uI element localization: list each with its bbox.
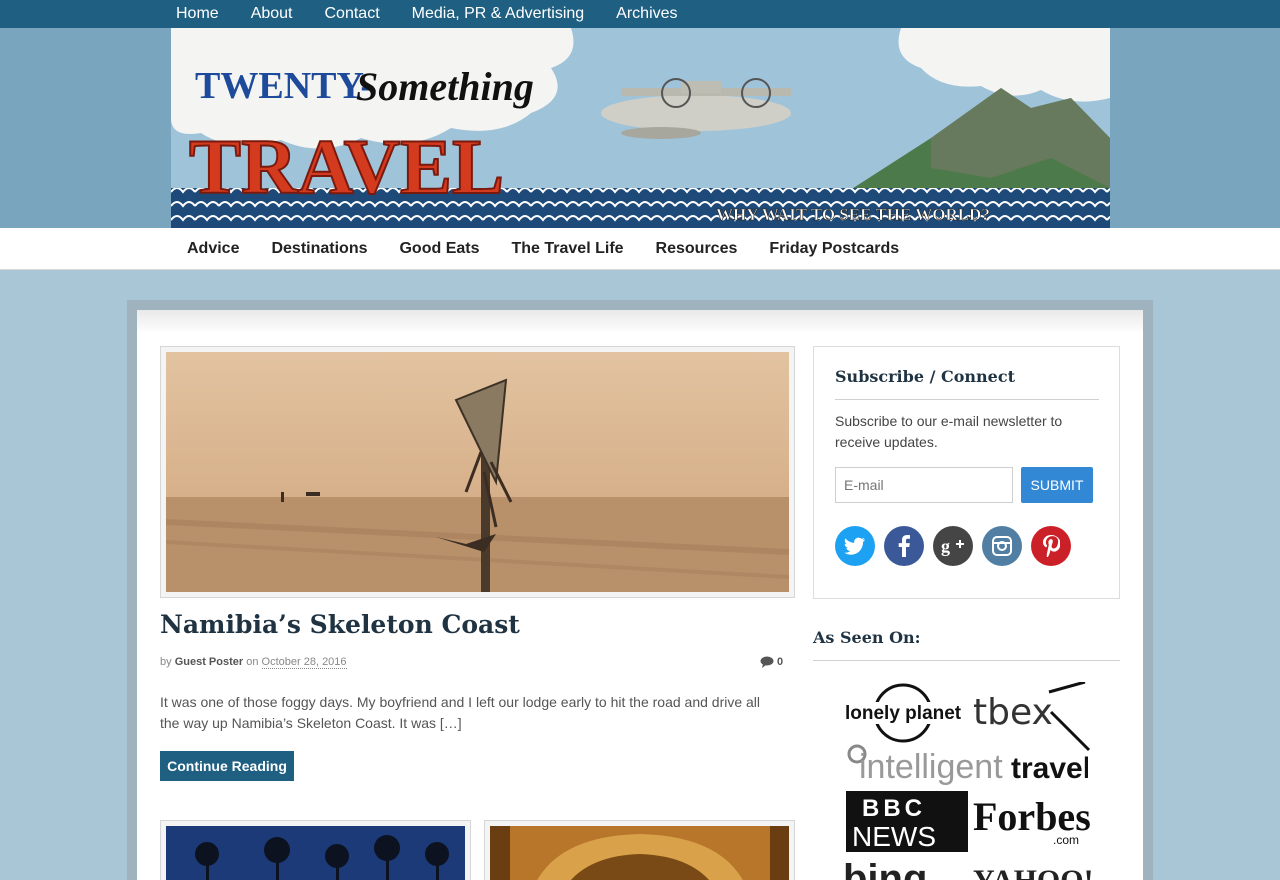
as-seen-on-title: As Seen On: (813, 628, 921, 647)
comment-count[interactable]: 0 (760, 656, 783, 668)
bbc-news-logo: BBC NEWS (846, 791, 968, 852)
divider (835, 399, 1099, 400)
top-nav-archives[interactable]: Archives (600, 0, 693, 28)
main-navigation: Advice Destinations Good Eats The Travel… (0, 228, 1280, 270)
email-input[interactable] (835, 467, 1013, 503)
top-nav-about[interactable]: About (235, 0, 309, 28)
site-banner[interactable]: TWENTY- Something TRAVEL WHY WAIT TO SEE… (171, 28, 1110, 228)
post-thumbnail-2[interactable] (484, 820, 795, 880)
post-excerpt: It was one of those foggy days. My boyfr… (160, 694, 761, 731)
post-meta: by Guest Poster on October 28, 2016 (160, 656, 347, 669)
as-seen-on-logos: lonely planet tbex intelligent travel BB… (843, 682, 1093, 880)
continue-reading-button[interactable]: Continue Reading (160, 751, 294, 781)
top-nav-home[interactable]: Home (160, 0, 235, 28)
svg-text:tbex: tbex (973, 692, 1053, 733)
subscribe-description: Subscribe to our e-mail newsletter to re… (835, 413, 1063, 450)
pinterest-icon[interactable] (1031, 526, 1071, 566)
post-thumbnail-image-2[interactable] (490, 826, 789, 880)
post-thumbnail-1[interactable] (160, 820, 471, 880)
by-label: by (160, 656, 172, 668)
svg-text:travel: travel (1011, 752, 1088, 785)
facebook-icon[interactable] (884, 526, 924, 566)
comment-icon (760, 656, 774, 668)
nav-good-eats[interactable]: Good Eats (383, 228, 495, 270)
submit-button[interactable]: SUBMIT (1021, 467, 1093, 503)
nav-friday-postcards[interactable]: Friday Postcards (753, 228, 915, 270)
divider (813, 660, 1120, 661)
svg-text:WHY WAIT TO SEE THE WORLD?: WHY WAIT TO SEE THE WORLD? (716, 205, 990, 224)
banner-art: TWENTY- Something TRAVEL WHY WAIT TO SEE… (171, 28, 1110, 228)
forbes-logo: Forbes .com (973, 794, 1091, 846)
google-plus-icon[interactable]: g (933, 526, 973, 566)
post-date: October 28, 2016 (261, 656, 347, 669)
social-links: g (835, 526, 1071, 566)
svg-text:YAHOO!: YAHOO! (973, 864, 1091, 880)
svg-text:g: g (941, 536, 950, 556)
post-title[interactable]: Namibia’s Skeleton Coast (160, 610, 520, 639)
intelligent-travel-logo: intelligent travel (847, 744, 1088, 786)
subscribe-widget: Subscribe / Connect Subscribe to our e-m… (813, 346, 1120, 599)
featured-image[interactable] (166, 352, 789, 592)
svg-text:intelligent: intelligent (859, 748, 1003, 786)
svg-text:TWENTY-: TWENTY- (195, 65, 373, 107)
svg-text:.com: .com (1053, 833, 1079, 846)
post-thumbnail-image-1[interactable] (166, 826, 465, 880)
nav-destinations[interactable]: Destinations (255, 228, 383, 270)
featured-image-frame[interactable] (160, 346, 795, 598)
top-nav-contact[interactable]: Contact (309, 0, 396, 28)
svg-text:Something: Something (356, 64, 534, 109)
on-label: on (246, 656, 259, 668)
bing-yahoo-logos: bing YAHOO! (843, 858, 1091, 880)
svg-text:bing: bing (843, 858, 927, 880)
svg-text:lonely planet: lonely planet (845, 703, 962, 724)
nav-resources[interactable]: Resources (640, 228, 754, 270)
svg-text:BBC: BBC (862, 795, 926, 822)
svg-text:TRAVEL: TRAVEL (189, 123, 504, 210)
nav-advice[interactable]: Advice (171, 228, 255, 270)
svg-text:NEWS: NEWS (852, 821, 936, 852)
comment-count-value: 0 (777, 656, 784, 668)
twitter-icon[interactable] (835, 526, 875, 566)
top-nav-media[interactable]: Media, PR & Advertising (396, 0, 601, 28)
instagram-icon[interactable] (982, 526, 1022, 566)
nav-travel-life[interactable]: The Travel Life (496, 228, 640, 270)
page-shadow (137, 310, 1143, 334)
subscribe-title: Subscribe / Connect (835, 367, 1015, 386)
lonely-planet-logo: lonely planet (843, 683, 963, 743)
post-author[interactable]: Guest Poster (175, 656, 243, 668)
top-navigation: Home About Contact Media, PR & Advertisi… (0, 0, 1280, 28)
